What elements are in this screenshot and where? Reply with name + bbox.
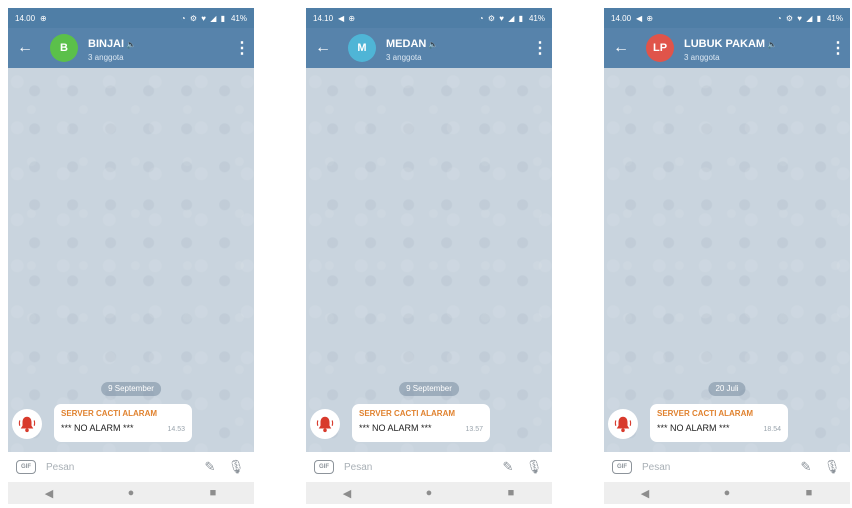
- phone-screen-medan: 14.10 ◀ ⊕ ◔ ⚙ ♥ ◢ ▮ 41% ← M MEDAN 🔈 3 anggo…: [306, 8, 552, 504]
- battery-level: 41%: [826, 13, 843, 23]
- more-options-icon[interactable]: ⋮: [826, 38, 850, 58]
- nav-home-icon[interactable]: ●: [414, 487, 444, 499]
- message-time: 13.57: [465, 426, 483, 433]
- chat-title: LUBUK PAKAM: [684, 38, 766, 51]
- status-bar: 14.00 ◀ ⊕ ◔ ⚙ ♥ ◢ ▮ 41%: [604, 8, 850, 28]
- status-right-icons: ◔ ⚙ ♥ ◢ ▮: [180, 13, 226, 23]
- nav-back-icon[interactable]: ◀: [34, 487, 64, 500]
- android-nav-bar: ◀ ● ■: [604, 482, 850, 504]
- microphone-icon[interactable]: 🎙: [524, 459, 544, 475]
- alarm-bell-icon: [18, 416, 36, 433]
- status-right-icons: ◔ ⚙ ♥ ◢ ▮: [478, 13, 524, 23]
- group-avatar[interactable]: B: [50, 34, 78, 62]
- message-input[interactable]: Pesan: [344, 462, 492, 473]
- status-bar: 14.00 ⊕ ◔ ⚙ ♥ ◢ ▮ 41%: [8, 8, 254, 28]
- nav-recent-icon[interactable]: ■: [198, 487, 228, 499]
- message-time: 14.53: [167, 426, 185, 433]
- android-nav-bar: ◀ ● ■: [306, 482, 552, 504]
- nav-back-icon[interactable]: ◀: [332, 487, 362, 500]
- gif-icon[interactable]: GIF: [314, 460, 334, 474]
- gif-icon[interactable]: GIF: [612, 460, 632, 474]
- gif-icon[interactable]: GIF: [16, 460, 36, 474]
- bot-avatar[interactable]: [310, 409, 340, 439]
- date-chip: 9 September: [101, 382, 161, 396]
- nav-home-icon[interactable]: ●: [116, 487, 146, 499]
- chat-area[interactable]: 9 September SERVER CACTI ALARAM *** NO A…: [306, 68, 552, 452]
- status-time: 14.10: [313, 13, 334, 23]
- status-time: 14.00: [611, 13, 632, 23]
- muted-icon: 🔈: [767, 40, 778, 50]
- status-left-icons: ⊕: [40, 13, 48, 23]
- phone-screen-lubuk-pakam: 14.00 ◀ ⊕ ◔ ⚙ ♥ ◢ ▮ 41% ← LP LUBUK PAKAM 🔈 …: [604, 8, 850, 504]
- bot-avatar[interactable]: [12, 409, 42, 439]
- battery-level: 41%: [528, 13, 545, 23]
- group-avatar[interactable]: M: [348, 34, 376, 62]
- muted-icon: 🔈: [126, 40, 137, 50]
- message-input-bar: GIF Pesan ✎ 🎙: [604, 452, 850, 482]
- chat-header: ← LP LUBUK PAKAM 🔈 3 anggota ⋮: [604, 28, 850, 68]
- paperclip-icon[interactable]: ✎: [498, 459, 518, 475]
- chat-title: BINJAI: [88, 38, 125, 51]
- status-right-icons: ◔ ⚙ ♥ ◢ ▮: [776, 13, 822, 23]
- message-bubble[interactable]: SERVER CACTI ALARAM *** NO ALARM *** 13.5…: [352, 404, 490, 442]
- chat-area[interactable]: 9 September SERVER CACTI ALARAM *** NO A…: [8, 68, 254, 452]
- message-input-bar: GIF Pesan ✎ 🎙: [8, 452, 254, 482]
- back-arrow-icon[interactable]: ←: [604, 28, 638, 68]
- chat-area[interactable]: 20 Juli SERVER CACTI ALARAM *** NO ALARM…: [604, 68, 850, 452]
- microphone-icon[interactable]: 🎙: [822, 459, 842, 475]
- message-input[interactable]: Pesan: [46, 462, 194, 473]
- message-bubble[interactable]: SERVER CACTI ALARAM *** NO ALARM *** 14.5…: [54, 404, 192, 442]
- back-arrow-icon[interactable]: ←: [306, 28, 340, 68]
- date-chip: 20 Juli: [708, 382, 746, 396]
- message-bubble[interactable]: SERVER CACTI ALARAM *** NO ALARM *** 18.5…: [650, 404, 788, 442]
- more-options-icon[interactable]: ⋮: [528, 38, 552, 58]
- phone-screen-binjai: 14.00 ⊕ ◔ ⚙ ♥ ◢ ▮ 41% ← B BINJAI 🔈 3 anggot…: [8, 8, 254, 504]
- message-sender: SERVER CACTI ALARAM: [359, 409, 456, 418]
- status-left-icons: ◀ ⊕: [636, 13, 655, 23]
- chat-title-block[interactable]: LUBUK PAKAM 🔈 3 anggota: [684, 34, 826, 62]
- message-text: *** NO ALARM ***: [359, 423, 432, 433]
- android-nav-bar: ◀ ● ■: [8, 482, 254, 504]
- chat-title-block[interactable]: MEDAN 🔈 3 anggota: [386, 34, 528, 62]
- nav-back-icon[interactable]: ◀: [630, 487, 660, 500]
- muted-icon: 🔈: [428, 40, 439, 50]
- message-time: 18.54: [763, 426, 781, 433]
- battery-level: 41%: [230, 13, 247, 23]
- message-text: *** NO ALARM ***: [657, 423, 730, 433]
- alarm-bell-icon: [614, 416, 632, 433]
- more-options-icon[interactable]: ⋮: [230, 38, 254, 58]
- member-count: 3 anggota: [88, 52, 124, 62]
- chat-header: ← B BINJAI 🔈 3 anggota ⋮: [8, 28, 254, 68]
- bot-avatar[interactable]: [608, 409, 638, 439]
- message-input-bar: GIF Pesan ✎ 🎙: [306, 452, 552, 482]
- status-time: 14.00: [15, 13, 36, 23]
- member-count: 3 anggota: [386, 52, 422, 62]
- back-arrow-icon[interactable]: ←: [8, 28, 42, 68]
- date-chip: 9 September: [399, 382, 459, 396]
- message-sender: SERVER CACTI ALARAM: [61, 409, 158, 418]
- member-count: 3 anggota: [684, 52, 720, 62]
- chat-header: ← M MEDAN 🔈 3 anggota ⋮: [306, 28, 552, 68]
- microphone-icon[interactable]: 🎙: [226, 459, 246, 475]
- message-sender: SERVER CACTI ALARAM: [657, 409, 754, 418]
- paperclip-icon[interactable]: ✎: [200, 459, 220, 475]
- chat-title-block[interactable]: BINJAI 🔈 3 anggota: [88, 34, 230, 62]
- nav-recent-icon[interactable]: ■: [496, 487, 526, 499]
- status-bar: 14.10 ◀ ⊕ ◔ ⚙ ♥ ◢ ▮ 41%: [306, 8, 552, 28]
- message-input[interactable]: Pesan: [642, 462, 790, 473]
- nav-recent-icon[interactable]: ■: [794, 487, 824, 499]
- status-left-icons: ◀ ⊕: [338, 13, 357, 23]
- message-text: *** NO ALARM ***: [61, 423, 134, 433]
- chat-title: MEDAN: [386, 38, 427, 51]
- nav-home-icon[interactable]: ●: [712, 487, 742, 499]
- paperclip-icon[interactable]: ✎: [796, 459, 816, 475]
- group-avatar[interactable]: LP: [646, 34, 674, 62]
- alarm-bell-icon: [316, 416, 334, 433]
